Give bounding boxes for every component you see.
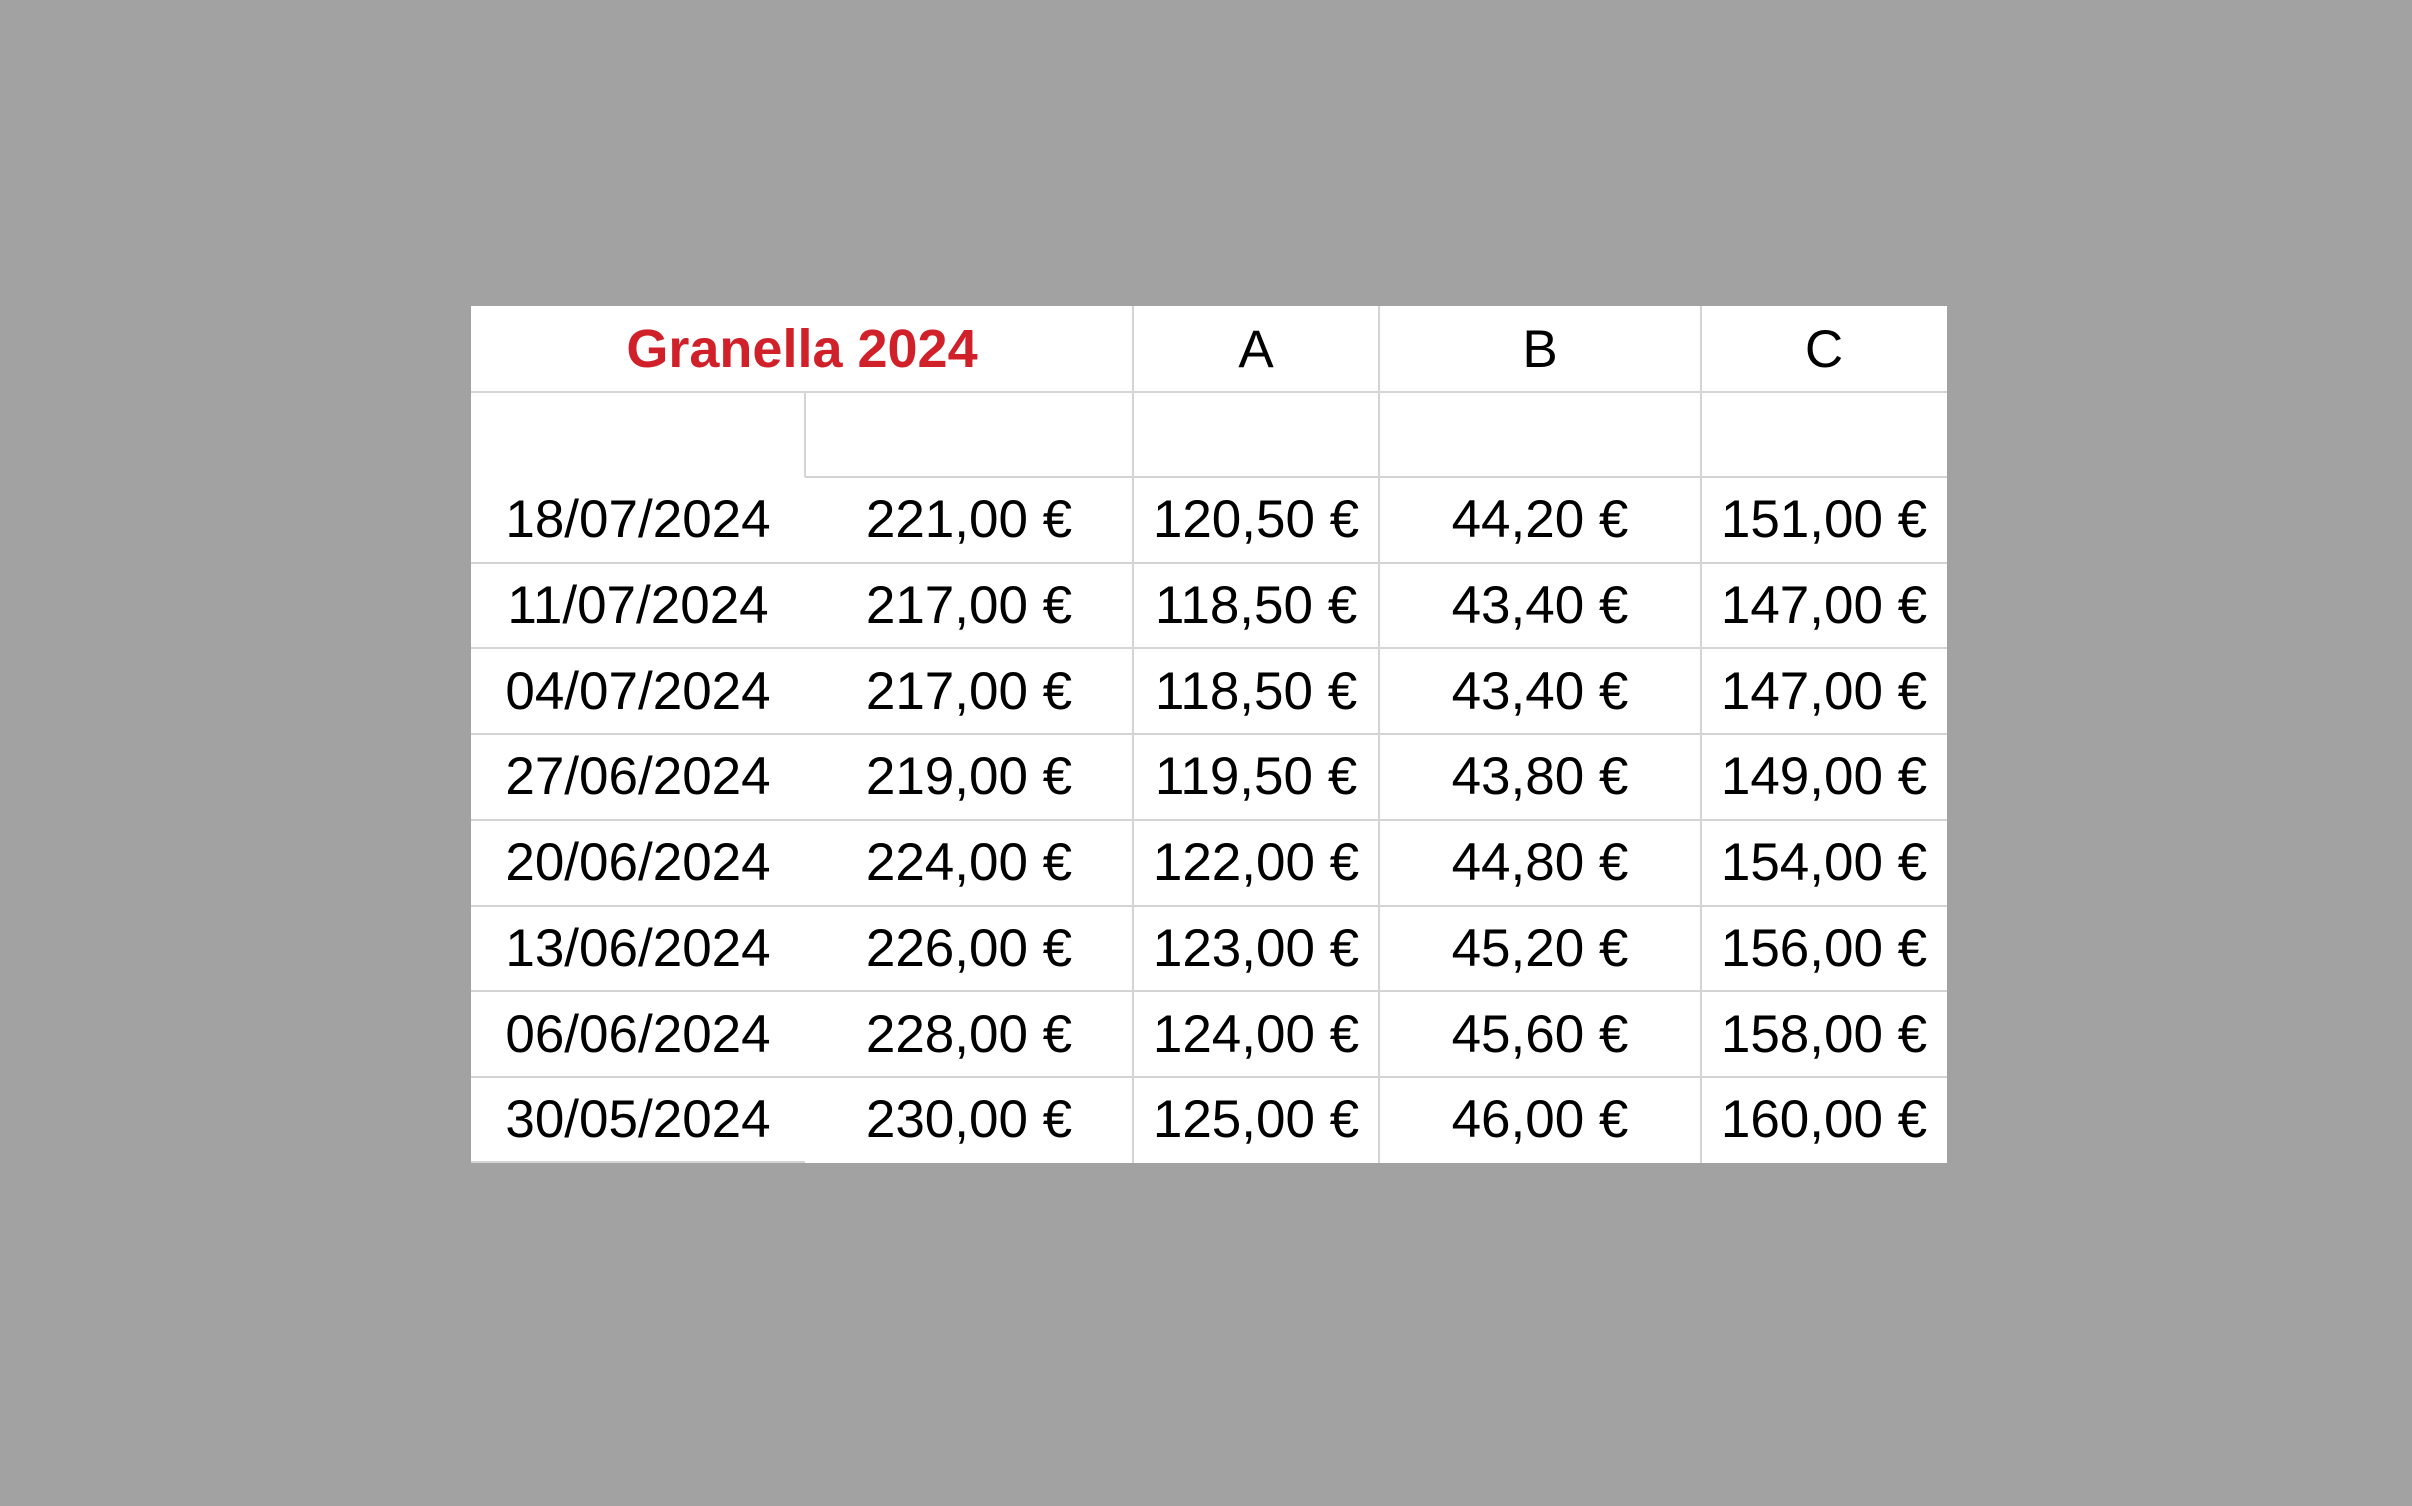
a-cell[interactable]: 125,00 €: [1133, 1077, 1379, 1163]
table-title[interactable]: Granella 2024: [471, 306, 1133, 392]
c-cell[interactable]: 160,00 €: [1701, 1077, 1947, 1163]
b-cell[interactable]: 43,40 €: [1379, 648, 1701, 734]
b-cell[interactable]: 45,20 €: [1379, 906, 1701, 992]
price-cell[interactable]: 228,00 €: [805, 991, 1133, 1077]
price-cell[interactable]: 224,00 €: [805, 820, 1133, 906]
price-cell[interactable]: 230,00 €: [805, 1077, 1133, 1163]
a-cell[interactable]: 122,00 €: [1133, 820, 1379, 906]
c-cell[interactable]: 156,00 €: [1701, 906, 1947, 992]
b-cell[interactable]: 44,20 €: [1379, 477, 1701, 563]
header-c[interactable]: C: [1701, 306, 1947, 392]
c-cell[interactable]: 151,00 €: [1701, 477, 1947, 563]
b-cell[interactable]: 45,60 €: [1379, 991, 1701, 1077]
date-cell[interactable]: 06/06/2024: [471, 991, 805, 1077]
header-a[interactable]: A: [1133, 306, 1379, 392]
date-cell[interactable]: 04/07/2024: [471, 648, 805, 734]
b-cell[interactable]: 44,80 €: [1379, 820, 1701, 906]
price-cell[interactable]: 226,00 €: [805, 906, 1133, 992]
header-b[interactable]: B: [1379, 306, 1701, 392]
c-cell[interactable]: 158,00 €: [1701, 991, 1947, 1077]
date-cell[interactable]: 20/06/2024: [471, 820, 805, 906]
a-cell[interactable]: 120,50 €: [1133, 477, 1379, 563]
a-cell[interactable]: 124,00 €: [1133, 991, 1379, 1077]
date-cell[interactable]: 13/06/2024: [471, 906, 805, 992]
date-cell[interactable]: 18/07/2024: [471, 477, 805, 563]
price-cell[interactable]: 217,00 €: [805, 648, 1133, 734]
c-cell[interactable]: 147,00 €: [1701, 648, 1947, 734]
b-cell[interactable]: 43,40 €: [1379, 563, 1701, 649]
a-cell[interactable]: 123,00 €: [1133, 906, 1379, 992]
c-cell[interactable]: 149,00 €: [1701, 734, 1947, 820]
a-cell[interactable]: 119,50 €: [1133, 734, 1379, 820]
a-cell[interactable]: 118,50 €: [1133, 563, 1379, 649]
a-cell[interactable]: 118,50 €: [1133, 648, 1379, 734]
price-cell[interactable]: 217,00 €: [805, 563, 1133, 649]
date-cell[interactable]: 30/05/2024: [471, 1077, 805, 1163]
b-cell[interactable]: 46,00 €: [1379, 1077, 1701, 1163]
c-cell[interactable]: 154,00 €: [1701, 820, 1947, 906]
price-cell[interactable]: 219,00 €: [805, 734, 1133, 820]
date-cell[interactable]: 27/06/2024: [471, 734, 805, 820]
grid-line-vertical: [804, 392, 806, 477]
price-cell[interactable]: 221,00 €: [805, 477, 1133, 563]
spreadsheet-table: Granella 2024 A B C 18/07/2024 221,00 €12…: [471, 306, 1947, 1163]
c-cell[interactable]: 147,00 €: [1701, 563, 1947, 649]
date-cell[interactable]: 11/07/2024: [471, 563, 805, 649]
b-cell[interactable]: 43,80 €: [1379, 734, 1701, 820]
